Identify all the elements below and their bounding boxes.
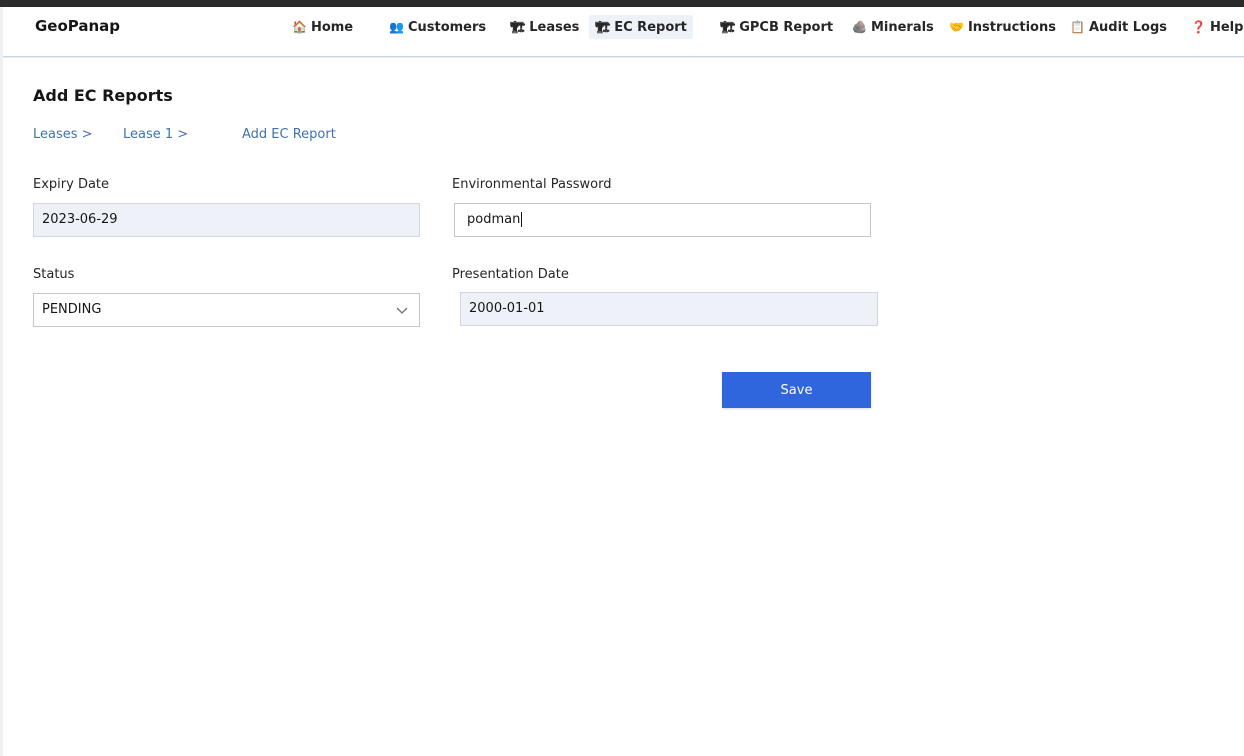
handshake-icon: 🤝 xyxy=(949,20,964,34)
house-icon: 🏠 xyxy=(292,20,307,34)
oil-rig-icon: 🏗 xyxy=(510,20,526,34)
chevron-down-icon xyxy=(396,307,408,314)
nav-label: Instructions xyxy=(967,20,1056,35)
text-caret xyxy=(521,212,523,227)
nav-help[interactable]: ❓ Help xyxy=(1185,15,1244,39)
nav-minerals[interactable]: 🪨 Minerals xyxy=(846,15,940,39)
nav-instructions[interactable]: 🤝 Instructions xyxy=(943,15,1062,39)
nav-label: Help xyxy=(1209,20,1244,35)
nav-audit-logs[interactable]: 📋 Audit Logs xyxy=(1064,15,1173,39)
nav-ec-report[interactable]: 🏗 EC Report xyxy=(589,15,693,39)
rock-icon: 🪨 xyxy=(852,20,867,34)
nav-label: Customers xyxy=(407,20,487,35)
nav-home[interactable]: 🏠 Home xyxy=(286,15,359,39)
clipboard-icon: 📋 xyxy=(1070,20,1085,34)
save-button[interactable]: Save xyxy=(722,372,871,408)
status-value: PENDING xyxy=(42,302,102,317)
nav-label: Audit Logs xyxy=(1088,20,1168,35)
expiry-date-label: Expiry Date xyxy=(33,177,110,192)
breadcrumb-leases[interactable]: Leases > xyxy=(33,127,93,142)
oil-rig-icon: 🏗 xyxy=(595,20,611,34)
presentation-date-label: Presentation Date xyxy=(452,267,569,282)
presentation-date-value: 2000-01-01 xyxy=(469,301,545,316)
people-icon: 👥 xyxy=(389,20,404,34)
top-navbar: GeoPanap 🏠 Home 👥 Customers 🏗 Leases 🏗 EC Re… xyxy=(3,7,1244,57)
nav-label: Home xyxy=(310,20,354,35)
status-select[interactable]: PENDING xyxy=(33,293,420,327)
env-password-value: podman xyxy=(467,212,521,227)
breadcrumb-add-ec-report[interactable]: Add EC Report xyxy=(242,127,336,142)
brand-logo[interactable]: GeoPanap xyxy=(35,17,120,35)
status-label: Status xyxy=(33,267,75,282)
nav-gpcb-report[interactable]: 🏗 GPCB Report xyxy=(714,15,839,39)
window-top-border xyxy=(0,0,1244,7)
presentation-date-field[interactable]: 2000-01-01 xyxy=(460,292,878,326)
nav-label: Minerals xyxy=(870,20,934,35)
expiry-date-field[interactable]: 2023-06-29 xyxy=(33,203,420,237)
env-password-label: Environmental Password xyxy=(452,177,612,192)
left-edge xyxy=(0,7,3,756)
oil-rig-icon: 🏗 xyxy=(720,20,736,34)
question-icon: ❓ xyxy=(1191,20,1206,34)
env-password-field[interactable]: podman xyxy=(454,203,871,237)
breadcrumb-lease-1[interactable]: Lease 1 > xyxy=(123,127,188,142)
expiry-date-value: 2023-06-29 xyxy=(42,212,118,227)
page-title: Add EC Reports xyxy=(33,86,173,105)
nav-label: Leases xyxy=(529,20,580,35)
nav-label: GPCB Report xyxy=(739,20,834,35)
nav-label: EC Report xyxy=(614,20,687,35)
nav-customers[interactable]: 👥 Customers xyxy=(383,15,492,39)
nav-leases[interactable]: 🏗 Leases xyxy=(504,15,585,39)
